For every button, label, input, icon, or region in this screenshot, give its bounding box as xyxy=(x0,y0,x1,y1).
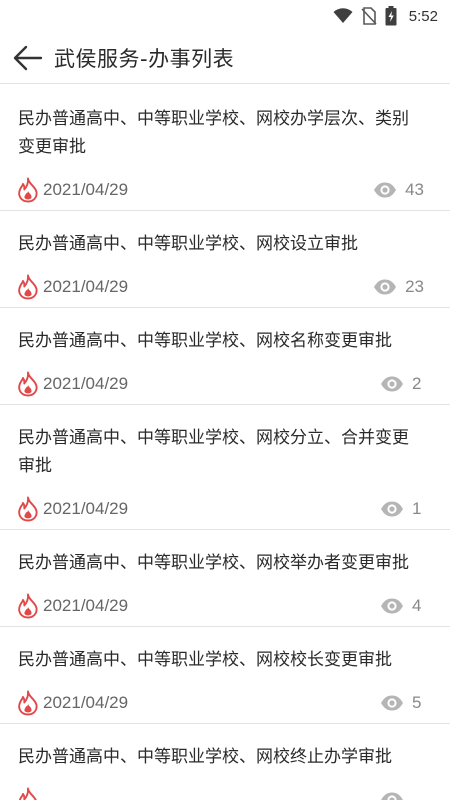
fire-icon xyxy=(18,371,38,397)
no-sim-icon xyxy=(361,7,377,25)
wifi-icon xyxy=(333,8,353,23)
item-date: 2021/04/29 xyxy=(43,693,129,712)
list-item[interactable]: 民办普通高中、中等职业学校、网校设立审批 2021/04/29 23 xyxy=(0,211,450,308)
view-count-value: 43 xyxy=(405,180,424,199)
fire-icon xyxy=(18,593,38,619)
item-meta: 2021/04/29 1 xyxy=(18,489,432,529)
status-bar: 5:52 xyxy=(0,0,450,32)
view-count-value: 23 xyxy=(405,277,424,296)
item-date: 2021/04/29 xyxy=(43,499,129,518)
list-item[interactable]: 民办普通高中、中等职业学校、网校名称变更审批 2021/04/29 2 xyxy=(0,308,450,405)
fire-icon xyxy=(18,177,38,203)
eye-icon xyxy=(381,376,403,392)
list-item[interactable]: 民办普通高中、中等职业学校、网校办学层次、类别变更审批 2021/04/29 4… xyxy=(0,86,450,211)
item-date: 2021/04/29 xyxy=(43,596,129,615)
view-count: 4 xyxy=(380,596,432,616)
item-date: 2021/04/29 xyxy=(43,277,129,296)
fire-icon xyxy=(18,274,38,300)
list-item[interactable]: 民办普通高中、中等职业学校、网校举办者变更审批 2021/04/29 4 xyxy=(0,530,450,627)
item-meta: 2021/04/29 4 xyxy=(18,586,432,626)
item-meta: 2021/04/29 2 xyxy=(18,364,432,404)
eye-icon xyxy=(381,598,403,614)
view-count-value: 2 xyxy=(412,374,422,393)
item-title: 民办普通高中、中等职业学校、网校校长变更审批 xyxy=(18,650,392,670)
item-title: 民办普通高中、中等职业学校、网校终止办学审批 xyxy=(18,747,392,767)
view-count: 23 xyxy=(373,277,432,297)
view-count-value: 1 xyxy=(412,499,422,518)
list-item[interactable]: 民办普通高中、中等职业学校、网校校长变更审批 2021/04/29 5 xyxy=(0,627,450,724)
item-meta xyxy=(18,780,432,800)
eye-icon xyxy=(381,501,403,517)
eye-icon xyxy=(374,182,397,198)
view-count: 2 xyxy=(380,374,432,394)
service-list: 民办普通高中、中等职业学校、网校办学层次、类别变更审批 2021/04/29 4… xyxy=(0,86,450,800)
item-meta: 2021/04/29 5 xyxy=(18,683,432,723)
eye-icon xyxy=(381,695,403,711)
view-count xyxy=(380,792,432,800)
item-meta: 2021/04/29 43 xyxy=(18,170,432,210)
view-count: 5 xyxy=(380,693,432,713)
view-count: 1 xyxy=(380,499,432,519)
list-item[interactable]: 民办普通高中、中等职业学校、网校分立、合并变更审批 2021/04/29 1 xyxy=(0,405,450,530)
item-date: 2021/04/29 xyxy=(43,180,129,199)
app-bar: 武侯服务-办事列表 xyxy=(0,32,450,84)
battery-charging-icon xyxy=(385,6,397,26)
item-title: 民办普通高中、中等职业学校、网校名称变更审批 xyxy=(18,331,392,351)
page-title: 武侯服务-办事列表 xyxy=(54,46,235,71)
back-button[interactable] xyxy=(2,32,54,84)
fire-icon xyxy=(18,496,38,522)
item-title: 民办普通高中、中等职业学校、网校举办者变更审批 xyxy=(18,553,409,573)
view-count-value: 5 xyxy=(412,693,422,712)
back-arrow-icon xyxy=(13,45,43,70)
item-title: 民办普通高中、中等职业学校、网校分立、合并变更审批 xyxy=(18,428,409,476)
item-title: 民办普通高中、中等职业学校、网校设立审批 xyxy=(18,234,358,254)
eye-icon xyxy=(374,279,397,295)
item-date: 2021/04/29 xyxy=(43,374,129,393)
fire-icon xyxy=(18,787,37,800)
fire-icon xyxy=(18,690,38,716)
view-count-value: 4 xyxy=(412,596,422,615)
status-time: 5:52 xyxy=(408,7,438,25)
item-title: 民办普通高中、中等职业学校、网校办学层次、类别变更审批 xyxy=(18,109,409,157)
list-item[interactable]: 民办普通高中、中等职业学校、网校终止办学审批 xyxy=(0,724,450,800)
eye-icon xyxy=(381,792,403,800)
view-count: 43 xyxy=(373,180,432,200)
item-meta: 2021/04/29 23 xyxy=(18,267,432,307)
